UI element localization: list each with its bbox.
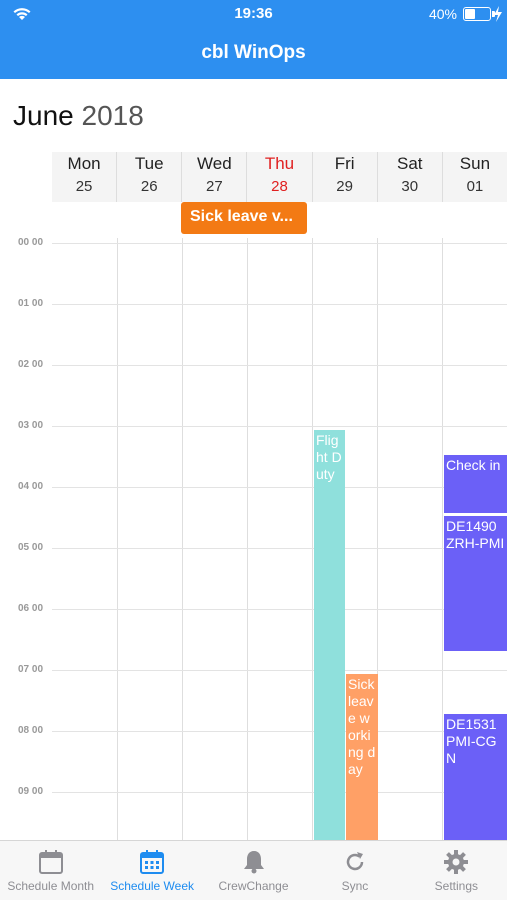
hour-gridline: [52, 365, 507, 366]
hour-label: 08 00: [18, 725, 44, 736]
hour-gridline: [52, 609, 507, 610]
gear-icon: [444, 850, 469, 874]
day-column-divider: [312, 238, 313, 840]
day-name: Wed: [197, 154, 232, 173]
hour-gridline: [52, 304, 507, 305]
refresh-icon: [346, 852, 364, 871]
tab-crewchange[interactable]: CrewChange: [203, 841, 304, 900]
tab-settings[interactable]: Settings: [406, 841, 507, 900]
day-header-fri[interactable]: Fri 29: [313, 152, 378, 202]
event-de1531[interactable]: DE1531 PMI-CGN: [444, 714, 507, 840]
event-check-in[interactable]: Check in: [444, 455, 507, 513]
hour-gridline: [52, 792, 507, 793]
hour-label: 03 00: [18, 420, 44, 431]
hour-gridline: [52, 548, 507, 549]
app-title: cbl WinOps: [201, 42, 306, 63]
day-date: 25: [75, 178, 93, 195]
hour-gridline: [52, 670, 507, 671]
day-date: 27: [206, 178, 223, 195]
event-sick-leave[interactable]: Sick leave working day: [346, 674, 378, 840]
day-column-divider: [442, 238, 443, 840]
day-column-divider: [117, 238, 118, 840]
tab-label: Schedule Month: [7, 879, 95, 893]
week-time-grid: 09 00 08 00 07 00 06 00 05 00 04 00 03 00 02 00…: [0, 238, 507, 840]
tab-schedule-week[interactable]: Schedule Week: [101, 841, 202, 900]
day-date: 29: [336, 178, 353, 195]
hour-gridline: [52, 243, 507, 244]
top-bar: 19:36 40% cbl WinOps: [0, 0, 507, 79]
tab-sync[interactable]: Sync: [304, 841, 405, 900]
day-name: Fri: [334, 154, 355, 173]
day-name: Thu: [264, 154, 295, 173]
event-de1490[interactable]: DE1490 ZRH-PMI: [444, 516, 507, 651]
month-title: June 2018: [13, 100, 144, 132]
day-date: 28: [271, 178, 288, 195]
battery-percent: 40%: [428, 6, 457, 22]
year-label: 2018: [81, 100, 144, 131]
hour-label: 06 00: [18, 603, 44, 614]
day-header-thu[interactable]: Thu 28: [247, 152, 313, 202]
tab-label: CrewChange: [218, 879, 289, 893]
battery-icon: [463, 7, 495, 21]
hour-label: 09 00: [18, 786, 44, 797]
app-screen: 19:36 40% cbl WinOps June 2018 Mon 25 Tue 2…: [0, 0, 507, 900]
tab-schedule-month[interactable]: Schedule Month: [0, 841, 101, 900]
hour-label: 00 00: [18, 238, 44, 248]
day-header-wed[interactable]: Wed 27: [182, 152, 248, 202]
day-name: Tue: [134, 154, 164, 173]
day-header-sun[interactable]: Sun 01: [443, 152, 507, 202]
hour-label: 01 00: [18, 298, 44, 309]
hour-gridline: [52, 731, 507, 732]
bell-icon: [243, 851, 264, 874]
hour-label: 07 00: [18, 664, 44, 675]
event-flight-duty[interactable]: Flight Duty: [314, 430, 345, 840]
hour-gridline: [52, 426, 507, 427]
day-name: Sat: [397, 154, 423, 173]
all-day-event-sick-leave[interactable]: Sick leave v...: [181, 202, 307, 234]
hour-gridline: [52, 487, 507, 488]
day-header-tue[interactable]: Tue 26: [117, 152, 183, 202]
day-name: Mon: [67, 154, 101, 173]
tab-label: Schedule Week: [110, 879, 195, 893]
day-name: Sun: [459, 154, 491, 173]
day-date: 26: [140, 178, 158, 195]
day-date: 30: [401, 178, 419, 195]
month-label: June: [13, 100, 74, 131]
day-header-mon[interactable]: Mon 25: [52, 152, 118, 202]
charging-bolt-icon: [494, 6, 502, 22]
hour-label: 02 00: [18, 359, 44, 370]
calendar-week-icon: [140, 850, 165, 874]
calendar-icon: [38, 850, 63, 874]
week-days-header: Mon 25 Tue 26 Wed 27 Thu 28 Fri 29 Sat 30 Sun 01: [52, 152, 507, 202]
day-header-sat[interactable]: Sat 30: [378, 152, 443, 202]
day-date: 01: [466, 178, 484, 195]
tab-label: Settings: [434, 879, 478, 893]
tab-label: Sync: [341, 879, 369, 893]
tab-bar: Schedule Month Schedule Week CrewChange …: [0, 840, 507, 900]
hour-label: 05 00: [18, 542, 44, 553]
status-bar: 19:36 40%: [0, 0, 507, 28]
day-column-divider: [182, 238, 183, 840]
hour-label: 04 00: [18, 481, 44, 492]
day-column-divider: [247, 238, 248, 840]
